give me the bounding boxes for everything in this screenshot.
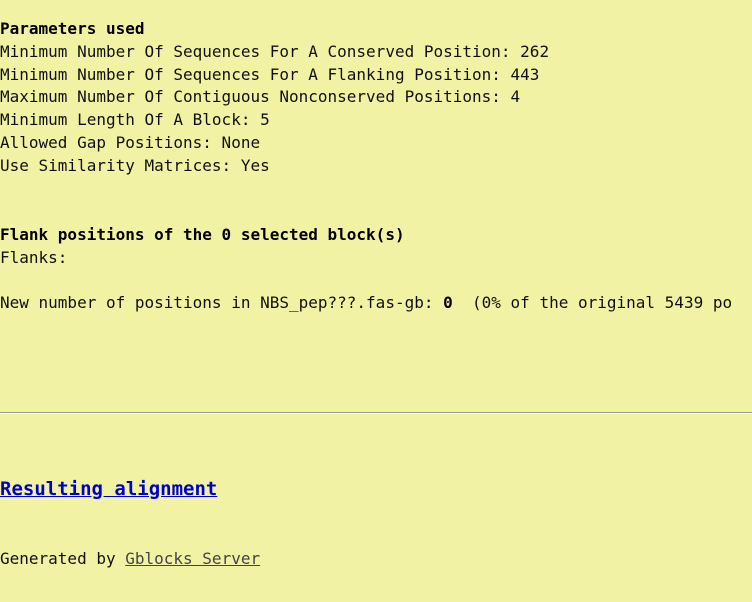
flanks-label: Flanks: (0, 247, 68, 267)
parameter-line-min-block-length: Minimum Length Of A Block: 5 (0, 110, 270, 130)
new-number-prefix: New number of positions in NBS_pep???.fa… (0, 293, 444, 312)
new-number-count: 0 (443, 293, 453, 312)
new-number-of-positions-line: New number of positions in NBS_pep???.fa… (0, 292, 752, 315)
resulting-alignment-container: Resulting alignment (0, 478, 217, 502)
flank-positions-section: Flank positions of the 0 selected block(… (0, 224, 752, 270)
new-number-suffix: (0% of the original 5439 po (452, 293, 733, 312)
horizontal-divider (0, 412, 752, 414)
parameter-line-flanking-position: Minimum Number Of Sequences For A Flanki… (0, 64, 540, 84)
parameter-line-conserved-position: Minimum Number Of Sequences For A Conser… (0, 41, 550, 61)
parameter-line-similarity-matrices: Use Similarity Matrices: Yes (0, 155, 270, 175)
resulting-alignment-link[interactable]: Resulting alignment (0, 478, 217, 500)
gblocks-server-link[interactable]: Gblocks Server (125, 549, 260, 568)
generated-by-label: Generated by (0, 549, 126, 568)
parameters-section: Parameters used Minimum Number Of Sequen… (0, 18, 752, 178)
gblocks-results-page: Parameters used Minimum Number Of Sequen… (0, 0, 752, 602)
flank-positions-heading: Flank positions of the 0 selected block(… (0, 225, 405, 244)
footer: Generated by Gblocks Server (0, 548, 260, 571)
parameter-line-contiguous-nonconserved: Maximum Number Of Contiguous Nonconserve… (0, 87, 521, 107)
parameters-heading: Parameters used (0, 19, 145, 38)
parameter-line-allowed-gap-positions: Allowed Gap Positions: None (0, 132, 261, 152)
